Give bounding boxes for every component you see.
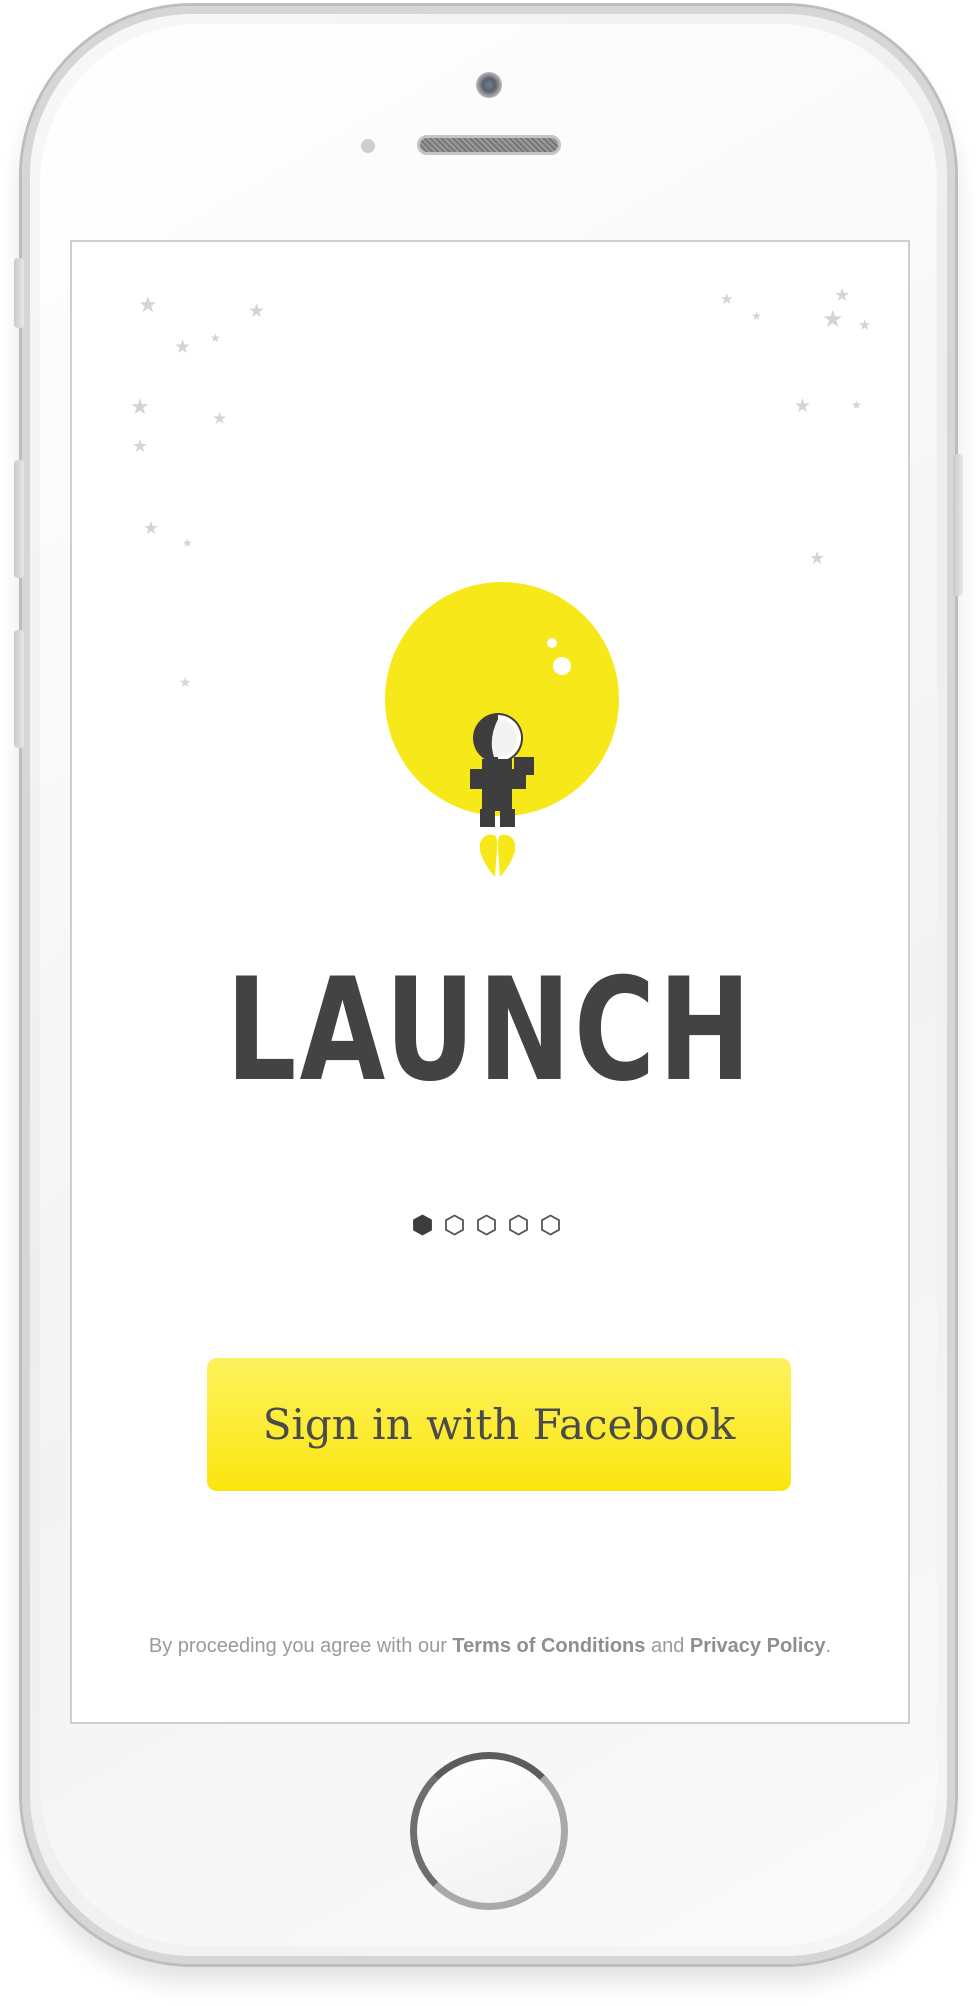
page-indicator	[412, 1214, 561, 1236]
volume-up-button[interactable]	[14, 460, 24, 578]
moon-bubble-small	[547, 638, 557, 648]
mute-switch[interactable]	[14, 258, 24, 328]
star-icon: ★	[858, 317, 872, 334]
star-icon: ★	[212, 409, 228, 428]
star-icon: ★	[794, 396, 812, 417]
astronaut-moon-illustration	[385, 582, 619, 877]
star-icon: ★	[174, 337, 192, 358]
proximity-sensor-icon	[361, 139, 375, 153]
star-icon: ★	[132, 436, 149, 456]
star-icon: ★	[138, 292, 158, 317]
star-icon: ★	[182, 536, 193, 550]
front-camera-icon	[476, 72, 502, 98]
app-title: LAUNCH	[225, 948, 755, 1113]
legal-notice: By proceeding you agree with our Terms o…	[72, 1635, 908, 1658]
privacy-link[interactable]: Privacy Policy	[690, 1635, 826, 1657]
rocket-flame-icon	[480, 834, 515, 877]
moon-bubble-large	[553, 657, 571, 675]
legal-prefix: By proceeding you agree with our	[148, 1635, 453, 1657]
app-screen: ★ ★ ★ ★ ★ ★ ★ ★ ★ ★ ★ ★ ★ ★ ★ ★ ★ ★ LAUN…	[70, 240, 910, 1724]
legal-suffix: .	[825, 1635, 832, 1657]
star-icon: ★	[143, 518, 160, 538]
page-dot-active[interactable]	[412, 1214, 433, 1236]
facebook-signin-button[interactable]: Sign in with Facebook	[207, 1358, 791, 1491]
astronaut-moon-icon	[384, 581, 620, 891]
page-dot[interactable]	[508, 1214, 529, 1236]
star-icon: ★	[179, 674, 192, 690]
star-icon: ★	[130, 394, 150, 419]
star-icon: ★	[720, 291, 734, 308]
star-icon: ★	[851, 398, 862, 412]
star-icon: ★	[751, 309, 762, 323]
star-icon: ★	[822, 306, 844, 333]
terms-link[interactable]: Terms of Conditions	[452, 1635, 645, 1657]
star-icon: ★	[248, 301, 266, 322]
volume-down-button[interactable]	[14, 630, 24, 748]
page-dot[interactable]	[476, 1214, 497, 1236]
page-dot[interactable]	[444, 1214, 465, 1236]
speaker-grille-icon	[417, 135, 561, 155]
power-button[interactable]	[953, 454, 963, 596]
star-icon: ★	[210, 331, 221, 345]
page-dot[interactable]	[540, 1214, 561, 1236]
star-icon: ★	[834, 285, 851, 305]
star-icon: ★	[809, 548, 826, 568]
home-button-icon[interactable]	[410, 1752, 568, 1910]
legal-connector: and	[645, 1635, 690, 1657]
